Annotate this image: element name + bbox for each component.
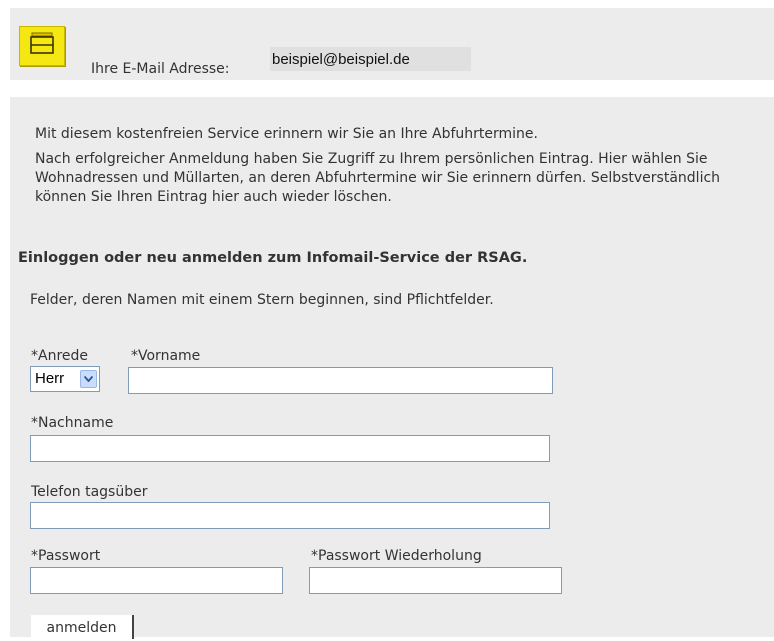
nachname-label: *Nachname bbox=[31, 415, 114, 431]
section-heading: Einloggen oder neu anmelden zum Infomail… bbox=[18, 250, 528, 266]
vorname-label: *Vorname bbox=[131, 348, 201, 364]
mailbox-icon bbox=[19, 26, 65, 66]
anmelden-button[interactable]: anmelden bbox=[31, 615, 134, 639]
passwort-wiederholung-label: *Passwort Wiederholung bbox=[311, 548, 482, 564]
email-label: Ihre E-Mail Adresse: bbox=[91, 61, 230, 77]
anrede-selected-value: Herr bbox=[35, 370, 65, 387]
telefon-label: Telefon tagsüber bbox=[31, 484, 148, 500]
anrede-select[interactable]: Herr bbox=[30, 366, 100, 392]
intro-text: Mit diesem kostenfreien Service erinnern… bbox=[35, 125, 765, 207]
intro-paragraph-2: Nach erfolgreicher Anmeldung haben Sie Z… bbox=[35, 151, 721, 205]
vorname-field[interactable] bbox=[128, 367, 553, 394]
nachname-field[interactable] bbox=[30, 435, 550, 462]
required-fields-note: Felder, deren Namen mit einem Stern begi… bbox=[30, 292, 494, 308]
telefon-field[interactable] bbox=[30, 502, 550, 529]
password-field[interactable] bbox=[30, 567, 283, 594]
chevron-down-icon[interactable] bbox=[80, 370, 97, 388]
anrede-label: *Anrede bbox=[31, 348, 89, 364]
email-display: beispiel@beispiel.de bbox=[270, 47, 471, 71]
passwort-label: *Passwort bbox=[31, 548, 101, 564]
password-confirm-field[interactable] bbox=[309, 567, 562, 594]
intro-paragraph-1: Mit diesem kostenfreien Service erinnern… bbox=[35, 126, 538, 142]
